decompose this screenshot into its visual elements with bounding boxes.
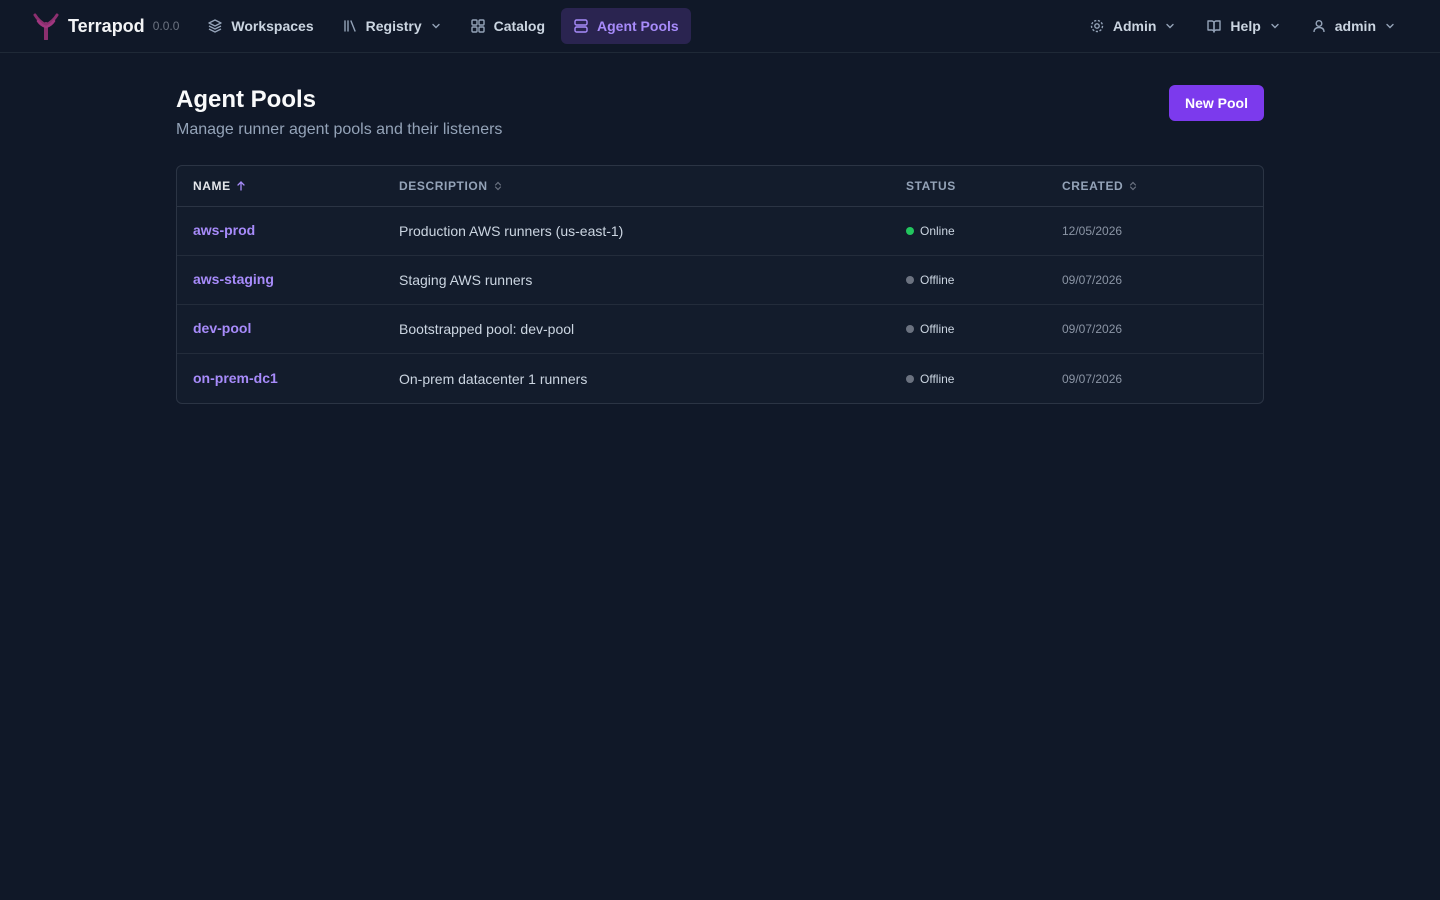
column-header-description-label: DESCRIPTION xyxy=(399,179,488,193)
nav-catalog[interactable]: Catalog xyxy=(458,8,557,44)
nav-workspaces-label: Workspaces xyxy=(231,18,314,34)
page-subtitle: Manage runner agent pools and their list… xyxy=(176,121,503,138)
pool-name-link[interactable]: aws-prod xyxy=(193,222,255,238)
column-header-description[interactable]: DESCRIPTION xyxy=(399,179,906,193)
table-row[interactable]: dev-pool Bootstrapped pool: dev-pool Off… xyxy=(177,305,1263,354)
status-offline-dot xyxy=(906,276,914,284)
status-badge: Online xyxy=(906,224,1062,238)
status-label: Offline xyxy=(920,273,955,287)
status-badge: Offline xyxy=(906,322,1062,336)
status-label: Offline xyxy=(920,322,955,336)
created-date: 12/05/2026 xyxy=(1062,224,1123,238)
library-icon xyxy=(343,20,356,32)
created-date: 09/07/2026 xyxy=(1062,322,1123,336)
grid-icon xyxy=(470,19,485,33)
app-name: Terrapod xyxy=(68,15,145,36)
nav-help-label: Help xyxy=(1230,18,1261,34)
nav-admin-label: Admin xyxy=(1112,18,1157,34)
pool-description: Staging AWS runners xyxy=(399,272,533,288)
brand[interactable]: Terrapod 0.0.0 xyxy=(32,12,179,40)
column-header-name-label: NAME xyxy=(193,179,231,193)
top-navbar: Terrapod 0.0.0 Workspaces Registry Catal… xyxy=(0,0,1440,53)
status-badge: Offline xyxy=(906,273,1062,287)
nav-user-menu[interactable]: admin xyxy=(1299,8,1408,44)
nav-right: Admin Help admin xyxy=(1071,8,1408,44)
nav-admin-menu[interactable]: Admin xyxy=(1077,8,1189,44)
nav-registry[interactable]: Registry xyxy=(330,8,454,44)
chevron-down-icon xyxy=(1386,23,1394,29)
column-header-status: STATUS xyxy=(906,179,1062,193)
status-offline-dot xyxy=(906,374,914,383)
terrapod-logo-icon xyxy=(32,12,60,40)
pool-description: On-prem datacenter 1 runners xyxy=(399,370,588,387)
chevron-down-icon xyxy=(1166,23,1175,29)
pool-name-link[interactable]: aws-staging xyxy=(193,271,274,287)
nav-user-label: admin xyxy=(1334,18,1376,34)
nav-agent-pools-label: Agent Pools xyxy=(597,18,679,34)
nav-catalog-label: Catalog xyxy=(493,18,545,34)
column-header-name[interactable]: NAME xyxy=(177,179,399,193)
nav-agent-pools[interactable]: Agent Pools xyxy=(561,8,691,44)
nav-workspaces[interactable]: Workspaces xyxy=(195,8,325,44)
sort-icon xyxy=(1130,181,1137,191)
new-pool-button[interactable]: New Pool xyxy=(1168,85,1264,121)
sort-ascending-icon xyxy=(237,181,245,191)
status-online-dot xyxy=(906,227,914,235)
chevron-down-icon xyxy=(1271,23,1279,29)
column-header-created[interactable]: CREATED xyxy=(1062,179,1263,193)
server-icon xyxy=(574,19,588,33)
gear-icon xyxy=(1090,19,1104,33)
app-version: 0.0.0 xyxy=(152,19,180,33)
created-date: 09/07/2026 xyxy=(1062,371,1123,386)
status-offline-dot xyxy=(906,325,914,333)
book-icon xyxy=(1207,20,1222,33)
layers-icon xyxy=(208,19,223,33)
main-content: Agent Pools Manage runner agent pools an… xyxy=(176,53,1264,404)
pool-name-link[interactable]: on-prem-dc1 xyxy=(193,370,278,386)
user-icon xyxy=(1313,20,1325,33)
page-title: Agent Pools xyxy=(176,86,317,113)
table-row[interactable]: on-prem-dc1 On-prem datacenter 1 runners… xyxy=(177,354,1263,403)
column-header-status-label: STATUS xyxy=(906,179,956,193)
status-label: Offline xyxy=(920,371,955,386)
created-date: 09/07/2026 xyxy=(1062,273,1123,287)
nav-registry-label: Registry xyxy=(365,18,422,34)
table-row[interactable]: aws-prod Production AWS runners (us-east… xyxy=(177,207,1263,256)
table-header: NAME DESCRIPTION STATUS CREATED xyxy=(177,166,1263,207)
status-label: Online xyxy=(920,224,955,238)
pool-description: Production AWS runners (us-east-1) xyxy=(399,223,624,239)
agent-pools-table: NAME DESCRIPTION STATUS CREATED aws-prod… xyxy=(176,165,1264,404)
sort-icon xyxy=(494,181,501,191)
nav-help-menu[interactable]: Help xyxy=(1194,8,1292,44)
column-header-created-label: CREATED xyxy=(1062,179,1124,193)
chevron-down-icon xyxy=(431,23,440,29)
pool-name-link[interactable]: dev-pool xyxy=(193,320,251,336)
table-row[interactable]: aws-staging Staging AWS runners Offline … xyxy=(177,256,1263,305)
pool-description: Bootstrapped pool: dev-pool xyxy=(399,321,575,337)
status-badge: Offline xyxy=(906,372,1062,386)
